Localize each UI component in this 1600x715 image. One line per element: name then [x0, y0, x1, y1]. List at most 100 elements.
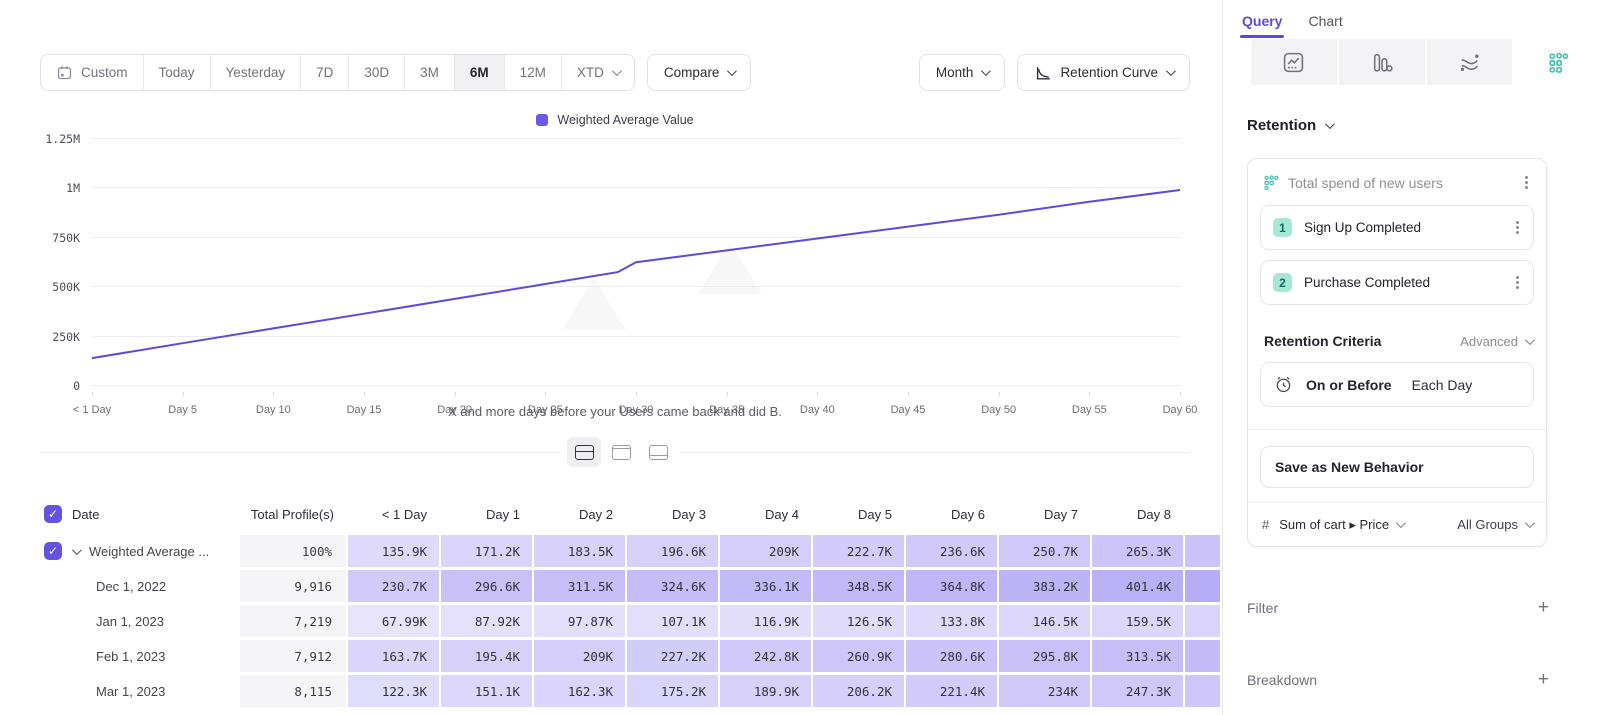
- tab-query[interactable]: Query: [1242, 13, 1282, 38]
- overflow-value-cell: [1185, 675, 1220, 707]
- tab-chart[interactable]: Chart: [1308, 13, 1342, 38]
- retention-value-cell: 280.6K: [906, 640, 997, 672]
- legend-label: Weighted Average Value: [557, 113, 693, 127]
- layout-toggle-group: [561, 437, 681, 467]
- retention-report-app: Custom Today Yesterday7D30D3M6M 12M XTD Comp…: [0, 0, 1600, 715]
- layout-split-view-button[interactable]: [567, 437, 601, 467]
- bar-chart-icon: [1370, 51, 1393, 74]
- criteria-mode-dropdown[interactable]: Advanced: [1460, 334, 1532, 349]
- header-col: Day 4: [720, 497, 811, 531]
- retention-value-cell: 195.4K: [441, 640, 532, 672]
- bar-chart-button[interactable]: [1339, 39, 1425, 85]
- numeric-property-icon: #: [1262, 517, 1269, 532]
- row-checkbox[interactable]: ✓: [44, 542, 62, 560]
- groups-label: All Groups: [1457, 517, 1518, 532]
- compare-button[interactable]: Compare: [647, 54, 752, 91]
- total-profiles-cell: 8,115: [240, 675, 346, 707]
- criteria-condition-card[interactable]: On or Before Each Day: [1260, 362, 1534, 407]
- x-axis-tick: [183, 392, 184, 396]
- x-axis-tick: [817, 392, 818, 396]
- retention-value-cell: 151.1K: [441, 675, 532, 707]
- retention-value-cell: 242.8K: [720, 640, 811, 672]
- behavior-header[interactable]: Total spend of new users: [1248, 159, 1546, 195]
- plus-icon[interactable]: +: [1538, 598, 1549, 617]
- range-button-today[interactable]: Today: [143, 55, 210, 90]
- flows-chart-button[interactable]: [1427, 39, 1513, 85]
- range-label: 12M: [520, 65, 546, 80]
- retention-value-cell: 313.5K: [1092, 640, 1183, 672]
- retention-section-label: Retention: [1247, 117, 1316, 134]
- granularity-button[interactable]: Month: [919, 54, 1006, 91]
- retention-value-cell: 116.9K: [720, 605, 811, 637]
- criteria-mode-label: Advanced: [1460, 334, 1518, 349]
- header-col: < 1 Day: [348, 497, 439, 531]
- retention-value-cell: 162.3K: [534, 675, 625, 707]
- row-label: Weighted Average ...: [89, 544, 209, 559]
- breakdown-add-row[interactable]: Breakdown +: [1247, 670, 1549, 689]
- retention-value-cell: 221.4K: [906, 675, 997, 707]
- chart-type-button[interactable]: Retention Curve: [1017, 54, 1190, 91]
- measure-property-dropdown[interactable]: Sum of cart ▸ Price: [1279, 517, 1447, 533]
- retention-section-dropdown[interactable]: Retention: [1247, 117, 1600, 134]
- retention-value-cell: 159.5K: [1092, 605, 1183, 637]
- header-col: Day 6: [906, 497, 997, 531]
- range-button-6m[interactable]: 6M: [454, 55, 504, 90]
- layout-chart-only-button[interactable]: [604, 437, 638, 467]
- range-button-12m[interactable]: 12M: [504, 55, 561, 90]
- range-button-30d[interactable]: 30D: [348, 55, 404, 90]
- header-col: Day 8: [1092, 497, 1183, 531]
- retention-icon: [1546, 51, 1569, 74]
- retention-value-cell: 133.8K: [906, 605, 997, 637]
- x-axis-tick: [364, 392, 365, 396]
- header-label: Date: [72, 507, 99, 522]
- select-all-checkbox[interactable]: ✓: [44, 505, 62, 523]
- step-number-badge: 2: [1273, 273, 1292, 292]
- chevron-down-icon: [1166, 66, 1176, 76]
- retention-value-cell: 126.5K: [813, 605, 904, 637]
- overflow-value-cell: [1185, 605, 1220, 637]
- table-only-icon: [649, 445, 668, 460]
- range-label: Today: [159, 65, 195, 80]
- retention-value-cell: 171.2K: [441, 535, 532, 567]
- chevron-down-icon: [1325, 119, 1335, 129]
- retention-value-cell: 336.1K: [720, 570, 811, 602]
- filter-label: Filter: [1247, 600, 1278, 616]
- header-col: Total Profile(s): [240, 497, 346, 531]
- step-event-label: Sign Up Completed: [1304, 220, 1500, 235]
- header-overflow-col: [1185, 497, 1220, 531]
- breakdown-label: Breakdown: [1247, 672, 1317, 688]
- x-axis-tick: [636, 392, 637, 396]
- measure-row: # Sum of cart ▸ Price All Groups: [1248, 502, 1546, 546]
- retention-value-cell: 265.3K: [1092, 535, 1183, 567]
- header-col: Day 1: [441, 497, 532, 531]
- table-row: Mar 1, 20238,115122.3K151.1K162.3K175.2K…: [0, 675, 1222, 707]
- plus-icon[interactable]: +: [1538, 670, 1549, 689]
- groups-dropdown[interactable]: All Groups: [1457, 517, 1532, 532]
- kebab-menu-icon[interactable]: [1525, 181, 1528, 184]
- row-label: Dec 1, 2022: [96, 579, 166, 594]
- behavior-step-2[interactable]: 2 Purchase Completed: [1260, 260, 1534, 305]
- retention-chart-button[interactable]: [1514, 39, 1600, 85]
- table-row: Jan 1, 20237,21967.99K87.92K97.87K107.1K…: [0, 605, 1222, 637]
- layout-table-only-button[interactable]: [641, 437, 675, 467]
- retention-value-cell: 146.5K: [999, 605, 1090, 637]
- retention-value-cell: 364.8K: [906, 570, 997, 602]
- range-button-xtd[interactable]: XTD: [561, 55, 634, 90]
- total-profiles-cell: 100%: [240, 535, 346, 567]
- kebab-menu-icon[interactable]: [1516, 281, 1519, 284]
- filter-add-row[interactable]: Filter +: [1247, 598, 1549, 617]
- retention-value-cell: 324.6K: [627, 570, 718, 602]
- weighted-average-line: [92, 190, 1180, 358]
- chevron-down-icon[interactable]: [72, 545, 82, 555]
- range-button-7d[interactable]: 7D: [300, 55, 348, 90]
- x-axis-tick: [1089, 392, 1090, 396]
- behavior-step-1[interactable]: 1 Sign Up Completed: [1260, 205, 1534, 250]
- insights-chart-button[interactable]: [1251, 39, 1337, 85]
- range-button-3m[interactable]: 3M: [404, 55, 454, 90]
- kebab-menu-icon[interactable]: [1516, 226, 1519, 229]
- save-as-new-behavior-button[interactable]: Save as New Behavior: [1260, 446, 1534, 488]
- row-label: Mar 1, 2023: [96, 684, 165, 699]
- step-number-badge: 1: [1273, 218, 1292, 237]
- range-button-custom[interactable]: Custom: [41, 55, 143, 90]
- range-button-yesterday[interactable]: Yesterday: [210, 55, 301, 90]
